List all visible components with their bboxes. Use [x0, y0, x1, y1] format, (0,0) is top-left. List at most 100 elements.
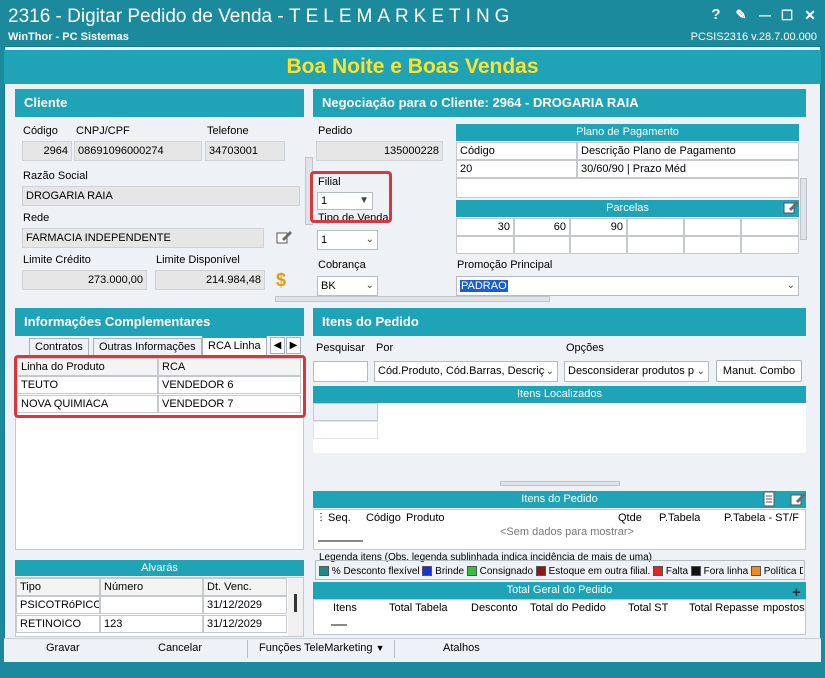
right-splitter[interactable]: [800, 178, 807, 240]
minimize-button[interactable]: —: [755, 5, 775, 25]
legend-item: Política Desc.: [750, 566, 803, 577]
pedido-label: Pedido: [318, 125, 353, 137]
disp-label: Limite Disponível: [156, 254, 240, 266]
table-row-tipo[interactable]: RETINOICO: [16, 615, 100, 633]
razao-field[interactable]: DROGARIA RAIA: [22, 186, 300, 206]
tab-scroll-right[interactable]: ▶: [286, 337, 301, 354]
parcela-cell[interactable]: [570, 236, 627, 254]
parcela-cell[interactable]: [684, 236, 741, 254]
cobranca-select[interactable]: BK ⌄: [317, 276, 378, 296]
edit-itens-icon[interactable]: [790, 491, 806, 507]
close-button[interactable]: ✕: [800, 5, 820, 25]
legend-items: % Desconto flexível Brinde Consignado Es…: [319, 566, 803, 577]
search-input[interactable]: [313, 361, 368, 382]
manut-combo-button[interactable]: Manut. Combo: [716, 360, 802, 382]
pedido-field[interactable]: 135000228: [316, 141, 443, 161]
parcelas-grid: 30 60 90: [456, 218, 799, 254]
tab-outras-informacoes[interactable]: Outras Informações: [93, 338, 202, 356]
col-itens: Itens: [333, 602, 357, 614]
parcela-cell[interactable]: 90: [570, 218, 627, 236]
table-row-numero[interactable]: [100, 596, 203, 614]
parcela-cell[interactable]: [627, 236, 684, 254]
plano-col-codigo: Código: [456, 142, 577, 160]
funcoes-telemarketing-button[interactable]: Funções TeleMarketing ▼: [259, 642, 385, 654]
col-impostos: mpostos: [763, 602, 805, 614]
limite-field[interactable]: 273.000,00: [22, 270, 147, 290]
parcela-cell[interactable]: [514, 236, 570, 254]
col-total-repasse: Total Repasse: [689, 602, 759, 614]
version-label: PCSIS2316 v.28.7.00.000: [690, 31, 817, 43]
edit-rede-icon[interactable]: [276, 229, 292, 245]
itens-localizados-grid: [313, 403, 806, 453]
plano-col-desc: Descrição Plano de Pagamento: [577, 142, 799, 160]
parcela-cell[interactable]: [741, 236, 799, 254]
window-subtitle: WinThor - PC Sistemas: [8, 31, 129, 43]
cancelar-button[interactable]: Cancelar: [158, 642, 202, 654]
grid-scrollbar[interactable]: [318, 540, 363, 542]
table-row-numero[interactable]: 123: [100, 615, 203, 633]
atalhos-button[interactable]: Atalhos: [443, 642, 480, 654]
total-scrollbar[interactable]: [331, 624, 347, 626]
greeting-banner: Boa Noite e Boas Vendas: [4, 50, 821, 84]
maximize-button[interactable]: ☐: [777, 5, 797, 25]
legend-item: Estoque em outra filial.: [535, 566, 650, 577]
parcela-cell[interactable]: [627, 218, 684, 236]
cnpj-label: CNPJ/CPF: [76, 125, 130, 137]
promo-select[interactable]: PADRAO ⌄: [456, 276, 799, 296]
edit-parcelas-icon[interactable]: [783, 199, 799, 215]
dollar-icon[interactable]: $: [276, 270, 286, 291]
col-seq: Seq.: [328, 512, 351, 524]
col-tipo: Tipo: [16, 578, 100, 596]
parcela-cell[interactable]: 30: [456, 218, 514, 236]
itens-header: Itens do Pedido: [313, 308, 806, 336]
cnpj-field[interactable]: 08691096000274: [74, 141, 202, 161]
tab-scroll-left[interactable]: ◀: [270, 337, 285, 354]
parcela-cell[interactable]: [456, 236, 514, 254]
table-row-venc[interactable]: 31/12/2029: [203, 596, 287, 614]
rede-field[interactable]: FARMACIA INDEPENDENTE: [22, 228, 264, 248]
title-bar: 2316 - Digitar Pedido de Venda - TELEMAR…: [0, 0, 825, 46]
table-row-tipo[interactable]: PSICOTRóPICOS: [16, 596, 100, 614]
itens-localizados-header: Itens Localizados: [313, 386, 806, 403]
col-qtde: Qtde: [618, 512, 642, 524]
opcoes-label: Opções: [566, 342, 604, 354]
plus-icon[interactable]: +: [792, 584, 801, 601]
legend-item: Fora linha: [690, 566, 748, 577]
plano-desc-cell[interactable]: 30/60/90 | Prazo Méd: [577, 160, 799, 178]
chevron-down-icon: ⌄: [365, 234, 374, 245]
col-p-tabela-st: P.Tabela - ST/F: [724, 512, 799, 524]
telefone-field[interactable]: 34703001: [205, 141, 285, 161]
telefone-label: Telefone: [207, 125, 249, 137]
parcelas-header: Parcelas: [456, 200, 799, 217]
grid-menu-icon[interactable]: ⋮: [316, 512, 326, 523]
opcoes-select[interactable]: Desconsiderar produtos p ⌄: [564, 361, 709, 382]
por-select[interactable]: Cód.Produto, Cód.Barras, Descriç ⌄: [374, 361, 558, 382]
parcela-cell[interactable]: [684, 218, 741, 236]
col-desconto: Desconto: [471, 602, 518, 614]
codigo-field[interactable]: 2964: [22, 141, 72, 161]
edit-icon[interactable]: ✎: [731, 5, 751, 25]
table-row-venc[interactable]: 31/12/2029: [203, 615, 287, 633]
plano-codigo-cell[interactable]: 20: [456, 160, 577, 178]
help-button[interactable]: ?: [706, 5, 726, 25]
filial-highlight: [310, 171, 392, 223]
horizontal-splitter[interactable]: [275, 296, 550, 302]
toolbar-separator: [394, 640, 395, 658]
codigo-label: Código: [23, 125, 58, 137]
parcela-cell[interactable]: 60: [514, 218, 570, 236]
tab-contratos[interactable]: Contratos: [29, 338, 89, 356]
col-total-st: Total ST: [628, 602, 669, 614]
document-icon[interactable]: [761, 491, 777, 507]
gravar-button[interactable]: Gravar: [46, 642, 80, 654]
tab-rca-linha[interactable]: RCA Linha: [202, 336, 267, 356]
window-title: 2316 - Digitar Pedido de Venda - TELEMAR…: [8, 6, 515, 27]
itens-pedido-header: Itens do Pedido: [313, 491, 806, 508]
itens-splitter[interactable]: [500, 481, 620, 486]
alvaras-scrollbar[interactable]: [288, 578, 303, 636]
parcela-cell[interactable]: [741, 218, 799, 236]
por-label: Por: [376, 342, 394, 354]
disp-field[interactable]: 214.984,48: [155, 270, 265, 290]
tipo-venda-select[interactable]: 1 ⌄: [317, 230, 378, 250]
chevron-right-icon: ▶: [289, 340, 298, 351]
toolbar-separator: [247, 640, 248, 658]
